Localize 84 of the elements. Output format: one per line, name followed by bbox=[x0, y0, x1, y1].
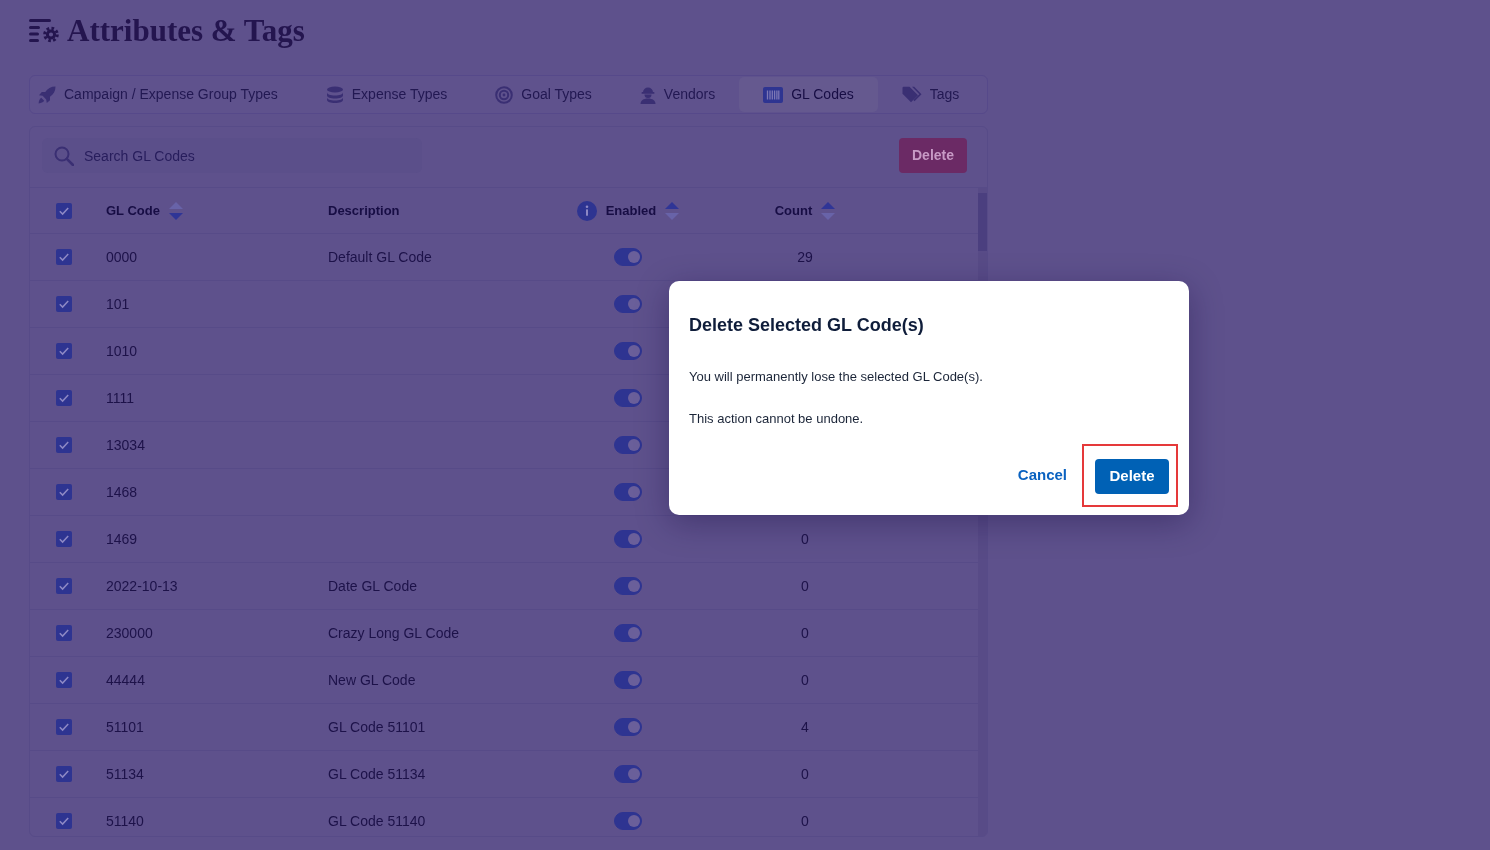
toggle-switch[interactable] bbox=[614, 436, 642, 454]
gl-code-text: 1010 bbox=[106, 341, 138, 361]
tab[interactable]: GL Codes bbox=[739, 77, 878, 112]
row-checkbox[interactable] bbox=[55, 672, 72, 688]
gl-code-text: 1111 bbox=[106, 388, 135, 408]
tab[interactable]: Expense Types bbox=[301, 77, 472, 112]
count-text: 29 bbox=[797, 247, 813, 267]
column-header: Description bbox=[328, 201, 400, 220]
toggle-switch[interactable] bbox=[614, 483, 642, 501]
tab[interactable]: Tags bbox=[877, 77, 984, 112]
row-checkbox[interactable] bbox=[55, 437, 72, 453]
description-text: Default GL Code bbox=[328, 247, 432, 267]
count-text: 0 bbox=[801, 670, 809, 690]
row-checkbox[interactable] bbox=[55, 578, 72, 594]
gl-code-text: 44444 bbox=[106, 670, 145, 690]
row-checkbox[interactable] bbox=[55, 296, 72, 312]
count-text: 4 bbox=[801, 717, 809, 737]
description-text: GL Code 51134 bbox=[328, 764, 426, 784]
barcode-icon bbox=[763, 86, 784, 103]
sort-icon[interactable] bbox=[665, 201, 680, 220]
gl-code-text: 0000 bbox=[106, 247, 138, 267]
sort-icon[interactable] bbox=[821, 201, 836, 220]
gl-code-text: 2022-10-13 bbox=[106, 576, 178, 596]
count-text: 0 bbox=[801, 764, 809, 784]
row-checkbox[interactable] bbox=[55, 813, 72, 829]
gl-code-text: 1468 bbox=[106, 482, 138, 502]
tab[interactable]: Vendors bbox=[615, 77, 740, 112]
row-checkbox[interactable] bbox=[55, 719, 72, 735]
column-header: Count bbox=[774, 201, 813, 220]
row-checkbox[interactable] bbox=[55, 766, 72, 782]
gl-code-text: 51101 bbox=[106, 717, 144, 737]
gl-code-text: 1469 bbox=[106, 529, 138, 549]
gl-code-text: 13034 bbox=[106, 435, 145, 455]
gl-code-text: 51134 bbox=[106, 764, 144, 784]
gl-code-text: 51140 bbox=[106, 811, 144, 831]
dialog-title: Delete Selected GL Code(s) bbox=[689, 314, 925, 337]
description-text: New GL Code bbox=[328, 670, 416, 690]
toggle-switch[interactable] bbox=[614, 295, 642, 313]
toggle-switch[interactable] bbox=[614, 812, 642, 830]
description-text: Date GL Code bbox=[328, 576, 417, 596]
coins-icon bbox=[325, 85, 344, 104]
row-checkbox[interactable] bbox=[55, 249, 72, 265]
toggle-switch[interactable] bbox=[614, 248, 642, 266]
info-icon[interactable] bbox=[576, 200, 597, 221]
row-checkbox[interactable] bbox=[55, 625, 72, 641]
page-title: Attributes & Tags bbox=[67, 12, 305, 50]
toggle-switch[interactable] bbox=[614, 389, 642, 407]
delete-button[interactable]: Delete bbox=[899, 138, 967, 173]
count-text: 0 bbox=[801, 811, 809, 831]
toggle-switch[interactable] bbox=[614, 342, 642, 360]
delete-button[interactable]: Delete bbox=[1095, 459, 1169, 494]
gl-code-text: 230000 bbox=[106, 623, 153, 643]
search-icon bbox=[54, 146, 74, 166]
tags-icon bbox=[901, 85, 922, 104]
select-all-checkbox[interactable] bbox=[55, 202, 72, 219]
toggle-switch[interactable] bbox=[614, 671, 642, 689]
toggle-switch[interactable] bbox=[614, 624, 642, 642]
count-text: 0 bbox=[801, 529, 809, 549]
row-checkbox[interactable] bbox=[55, 343, 72, 359]
gl-code-text: 101 bbox=[106, 294, 130, 314]
dialog-message: You will permanently lose the selected GL Code(s). bbox=[689, 368, 984, 386]
description-text: Crazy Long GL Code bbox=[328, 623, 459, 643]
sort-icon[interactable] bbox=[168, 201, 183, 220]
list-gear-icon bbox=[29, 19, 59, 43]
toggle-switch[interactable] bbox=[614, 765, 642, 783]
toggle-switch[interactable] bbox=[614, 577, 642, 595]
target-icon bbox=[495, 85, 514, 104]
count-text: 0 bbox=[801, 623, 809, 643]
tab[interactable]: Campaign / Expense Group Types bbox=[31, 77, 302, 112]
description-text: GL Code 51101 bbox=[328, 717, 426, 737]
count-text: 0 bbox=[801, 576, 809, 596]
row-checkbox[interactable] bbox=[55, 484, 72, 500]
row-checkbox[interactable] bbox=[55, 390, 72, 406]
worker-icon bbox=[639, 85, 656, 104]
column-header: Enabled bbox=[605, 201, 657, 220]
cancel-button[interactable]: Cancel bbox=[1017, 464, 1067, 487]
toggle-switch[interactable] bbox=[614, 530, 642, 548]
column-header: GL Code bbox=[106, 201, 160, 220]
row-checkbox[interactable] bbox=[55, 531, 72, 547]
description-text: GL Code 51140 bbox=[328, 811, 426, 831]
tab[interactable]: Goal Types bbox=[471, 77, 616, 112]
toggle-switch[interactable] bbox=[614, 718, 642, 736]
rocket-icon bbox=[38, 85, 56, 104]
dialog-message: This action cannot be undone. bbox=[689, 410, 865, 428]
